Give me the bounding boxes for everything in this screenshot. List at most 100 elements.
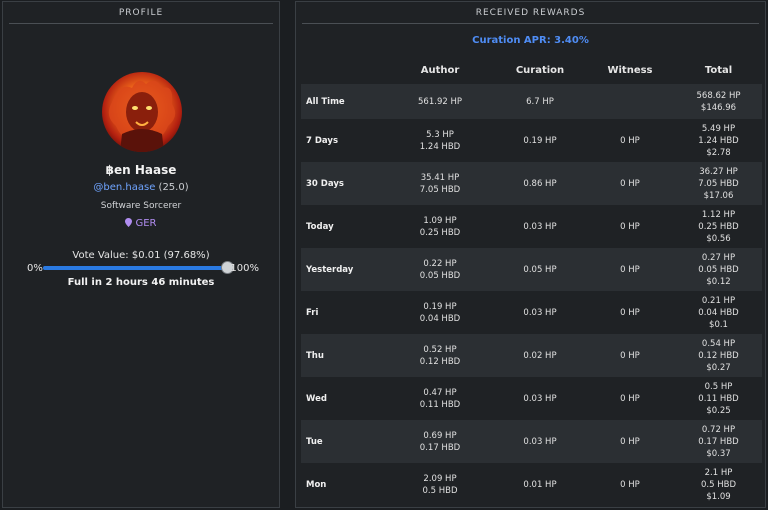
table-row: All Time 561.92 HP 6.7 HP 568.62 HP $146.96: [301, 84, 762, 119]
total-value: 0.21 HP: [701, 295, 736, 306]
cell-curation: 0.03 HP: [495, 420, 585, 463]
rewards-header-row: Author Curation Witness Total: [301, 57, 762, 84]
row-label: Wed: [301, 377, 385, 420]
vote-value: Vote Value: $0.01 (97.68%): [72, 250, 210, 261]
author-value: 7.05 HBD: [419, 184, 461, 195]
total-value: 0.25 HBD: [698, 221, 739, 232]
cell-author: 561.92 HP: [385, 84, 495, 119]
author-value: 1.24 HBD: [419, 141, 461, 152]
cell-author: 1.09 HP 0.25 HBD: [385, 205, 495, 248]
total-value: 1.24 HBD: [698, 135, 739, 146]
table-row: Fri 0.19 HP 0.04 HBD 0.03 HP 0 HP 0.21 HP 0.04…: [301, 291, 762, 334]
slider-max-label: 100%: [230, 263, 259, 274]
row-label: 30 Days: [301, 162, 385, 205]
column-header-author: Author: [420, 65, 460, 76]
column-header-total: Total: [704, 65, 733, 76]
table-row: Mon 2.09 HP 0.5 HBD 0.01 HP 0 HP 2.1 HP 0.5 HB…: [301, 463, 762, 506]
total-value: 0.17 HBD: [698, 436, 739, 447]
table-row: Wed 0.47 HP 0.11 HBD 0.03 HP 0 HP 0.5 HP 0.11 …: [301, 377, 762, 420]
row-label: Fri: [301, 291, 385, 334]
total-value: $2.78: [706, 147, 731, 158]
author-value: 0.11 HBD: [419, 399, 461, 410]
row-label: 7 Days: [301, 119, 385, 162]
cell-author: 0.52 HP 0.12 HBD: [385, 334, 495, 377]
profile-location: GER: [3, 218, 279, 229]
cell-total: 0.27 HP 0.05 HBD $0.12: [675, 248, 762, 291]
cell-total: 568.62 HP $146.96: [675, 84, 762, 119]
total-value: $0.12: [706, 276, 731, 287]
total-value: 0.72 HP: [701, 424, 736, 435]
author-value: 2.09 HP: [423, 473, 457, 484]
cell-curation: 0.19 HP: [495, 119, 585, 162]
author-value: 0.69 HP: [423, 430, 457, 441]
cell-total: 5.49 HP 1.24 HBD $2.78: [675, 119, 762, 162]
full-recharge-time: Full in 2 hours 46 minutes: [67, 277, 215, 288]
author-value: 0.22 HP: [423, 258, 457, 269]
total-value: 0.5 HBD: [701, 479, 736, 490]
author-value: 0.47 HP: [423, 387, 457, 398]
cell-total: 0.54 HP 0.12 HBD $0.27: [675, 334, 762, 377]
total-value: $0.1: [709, 319, 728, 330]
table-row: 30 Days 35.41 HP 7.05 HBD 0.86 HP 0 HP 36.27 …: [301, 162, 762, 205]
cell-curation: 6.7 HP: [495, 84, 585, 119]
row-label: Tue: [301, 420, 385, 463]
avatar[interactable]: [102, 72, 182, 152]
profile-reputation: (25.0): [158, 182, 189, 193]
cell-total: 0.5 HP 0.11 HBD $0.25: [675, 377, 762, 420]
profile-name: ฿en Haase: [105, 163, 177, 177]
cell-total: 1.12 HP 0.25 HBD $0.56: [675, 205, 762, 248]
profile-handle-line: @ben.haase (25.0): [3, 182, 279, 193]
author-value: 561.92 HP: [418, 96, 462, 107]
total-value: $1.09: [706, 491, 731, 502]
profile-tagline: Software Sorcerer: [100, 201, 182, 211]
cell-total: 2.1 HP 0.5 HBD $1.09: [675, 463, 762, 506]
slider-track[interactable]: [43, 261, 234, 274]
total-value: 0.04 HBD: [698, 307, 739, 318]
author-value: 1.09 HP: [423, 215, 457, 226]
cell-witness: 0 HP: [585, 162, 675, 205]
cell-total: 36.27 HP 7.05 HBD $17.06: [675, 162, 762, 205]
slider-fill: [43, 266, 227, 270]
cell-curation: 0.05 HP: [495, 248, 585, 291]
column-header-curation: Curation: [515, 65, 565, 76]
column-header-label: [301, 57, 385, 84]
cell-curation: 0.03 HP: [495, 205, 585, 248]
cell-witness: 0 HP: [585, 334, 675, 377]
author-value: 35.41 HP: [420, 172, 460, 183]
profile-panel: PROFILE ฿en Haase @ben.haase (25.0) Soft…: [2, 1, 280, 508]
total-value: 568.62 HP: [696, 90, 741, 101]
total-value: 5.49 HP: [701, 123, 736, 134]
cell-curation: 0.86 HP: [495, 162, 585, 205]
table-row: Thu 0.52 HP 0.12 HBD 0.02 HP 0 HP 0.54 HP 0.12…: [301, 334, 762, 377]
cell-witness: 0 HP: [585, 119, 675, 162]
cell-total: 0.72 HP 0.17 HBD $0.37: [675, 420, 762, 463]
profile-location-text: GER: [135, 218, 157, 229]
cell-witness: 0 HP: [585, 420, 675, 463]
author-value: 0.12 HBD: [419, 356, 461, 367]
total-value: 0.5 HP: [704, 381, 733, 392]
vote-slider[interactable]: 0% 100%: [27, 261, 259, 276]
total-value: $0.27: [706, 362, 731, 373]
table-row: Today 1.09 HP 0.25 HBD 0.03 HP 0 HP 1.12 HP 0.…: [301, 205, 762, 248]
slider-min-label: 0%: [27, 263, 43, 274]
rewards-panel-title: RECEIVED REWARDS: [302, 2, 759, 24]
cell-witness: 0 HP: [585, 205, 675, 248]
profile-handle-link[interactable]: @ben.haase: [93, 182, 155, 193]
row-label: Today: [301, 205, 385, 248]
column-header-witness: Witness: [607, 65, 653, 76]
author-value: 0.25 HBD: [419, 227, 461, 238]
cell-author: 0.19 HP 0.04 HBD: [385, 291, 495, 334]
author-value: 0.52 HP: [423, 344, 457, 355]
row-label: Yesterday: [301, 248, 385, 291]
cell-witness: 0 HP: [585, 291, 675, 334]
cell-total: 0.21 HP 0.04 HBD $0.1: [675, 291, 762, 334]
cell-author: 0.47 HP 0.11 HBD: [385, 377, 495, 420]
table-row: 7 Days 5.3 HP 1.24 HBD 0.19 HP 0 HP 5.49 HP 1.…: [301, 119, 762, 162]
total-value: 2.1 HP: [704, 467, 733, 478]
curation-apr: Curation APR: 3.40%: [472, 35, 589, 46]
row-label: Mon: [301, 463, 385, 506]
total-value: 0.12 HBD: [698, 350, 739, 361]
cell-curation: 0.02 HP: [495, 334, 585, 377]
author-value: 0.05 HBD: [419, 270, 461, 281]
location-pin-icon: [125, 218, 133, 227]
